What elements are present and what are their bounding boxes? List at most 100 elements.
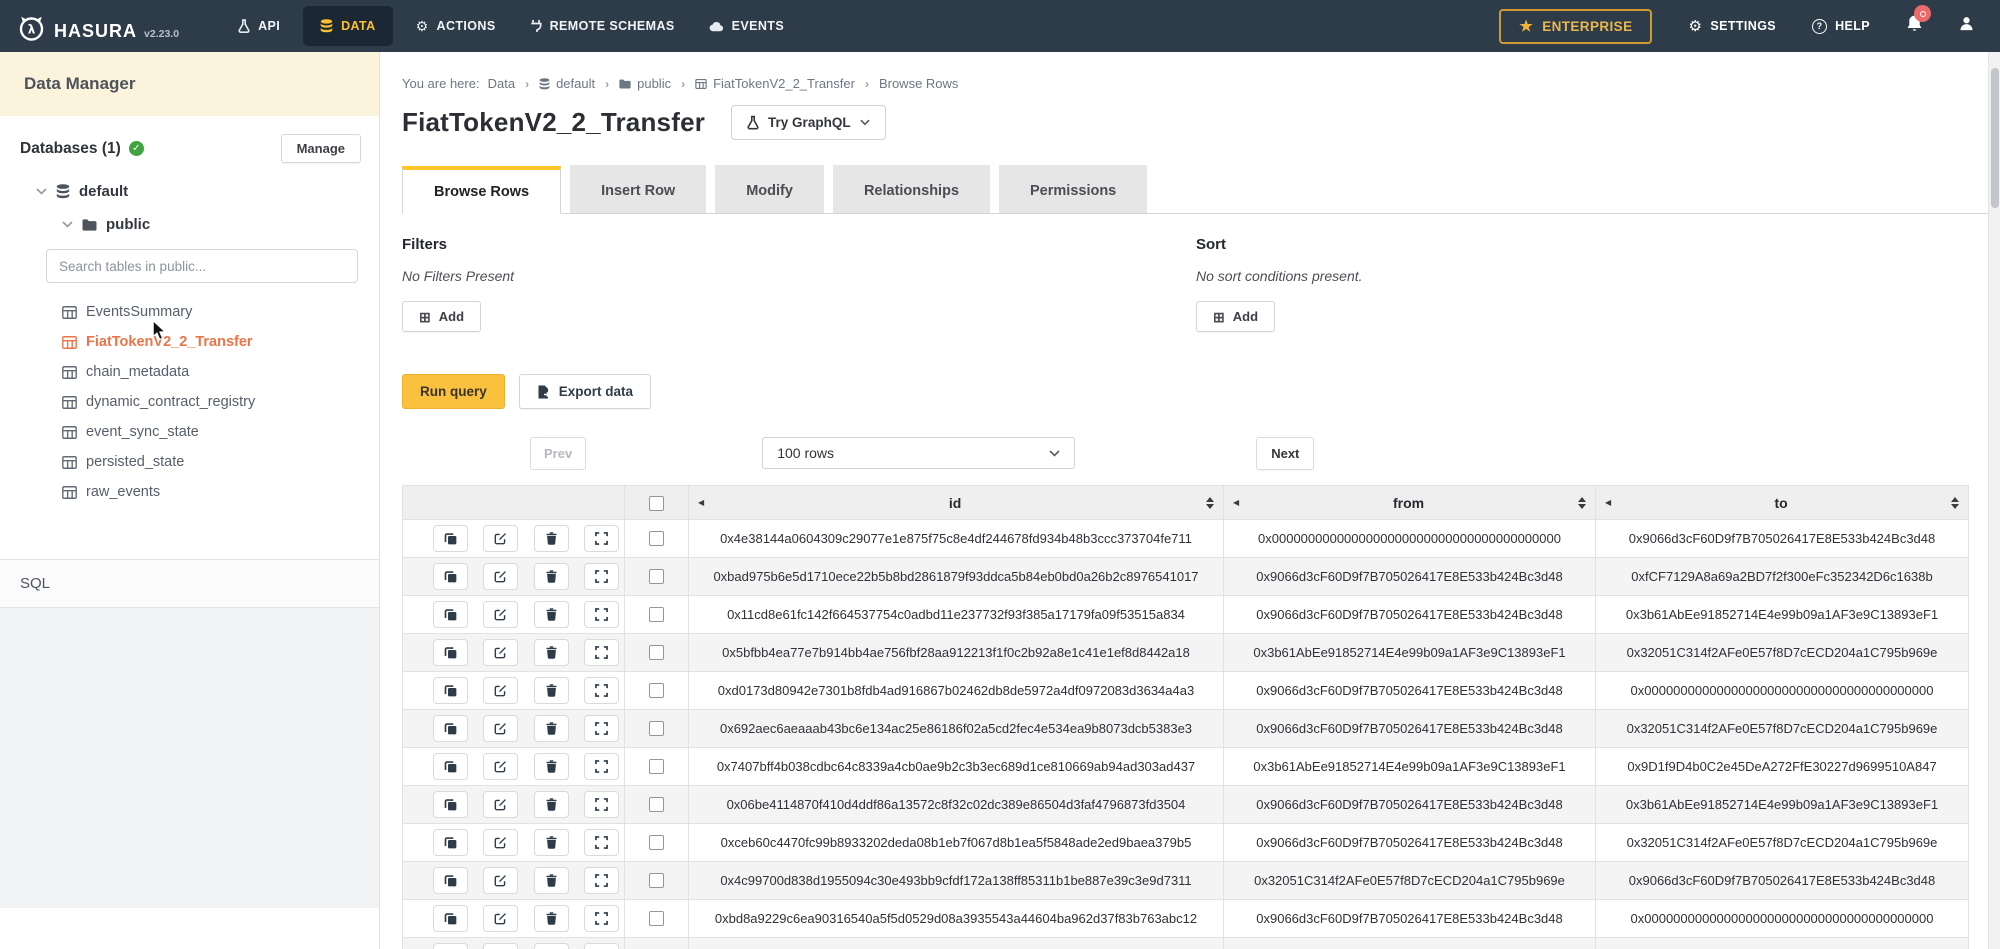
clone-row-button[interactable] — [433, 525, 468, 552]
edit-row-button[interactable] — [483, 753, 518, 780]
enterprise-button[interactable]: ★ ENTERPRISE — [1499, 9, 1652, 44]
delete-row-button[interactable] — [534, 677, 569, 704]
notifications-button[interactable] — [1906, 14, 1923, 38]
tab-relationships[interactable]: Relationships — [833, 165, 990, 213]
tab-modify[interactable]: Modify — [715, 165, 824, 213]
expand-row-button[interactable] — [584, 677, 619, 704]
clone-row-button[interactable] — [433, 867, 468, 894]
clone-row-button[interactable] — [433, 715, 468, 742]
expand-row-button[interactable] — [584, 715, 619, 742]
settings-button[interactable]: ⚙ SETTINGS — [1688, 19, 1776, 34]
edit-row-button[interactable] — [483, 563, 518, 590]
nav-item-events[interactable]: EVENTS — [692, 0, 801, 52]
clone-row-button[interactable] — [433, 829, 468, 856]
delete-row-button[interactable] — [534, 639, 569, 666]
row-checkbox[interactable] — [649, 797, 664, 812]
sidebar-table-item[interactable]: EventsSummary — [0, 297, 379, 327]
delete-row-button[interactable] — [534, 525, 569, 552]
tree-node-database[interactable]: default — [0, 171, 379, 206]
page-size-select[interactable]: 100 rows — [762, 437, 1075, 469]
chevron-down-icon[interactable] — [36, 188, 47, 195]
expand-row-button[interactable] — [584, 639, 619, 666]
clone-row-button[interactable] — [433, 753, 468, 780]
edit-row-button[interactable] — [483, 525, 518, 552]
edit-row-button[interactable] — [483, 639, 518, 666]
expand-row-button[interactable] — [584, 563, 619, 590]
nav-item-actions[interactable]: ⚙ ACTIONS — [399, 0, 513, 52]
expand-row-button[interactable] — [584, 943, 619, 949]
nav-item-data[interactable]: DATA — [303, 6, 392, 46]
edit-row-button[interactable] — [483, 715, 518, 742]
expand-row-button[interactable] — [584, 601, 619, 628]
tab-insert-row[interactable]: Insert Row — [570, 165, 706, 213]
clone-row-button[interactable] — [433, 677, 468, 704]
breadcrumb-default[interactable]: default — [539, 76, 595, 91]
breadcrumb-browse-rows[interactable]: Browse Rows — [879, 76, 958, 91]
sidebar-table-item[interactable]: event_sync_state — [0, 417, 379, 447]
tab-permissions[interactable]: Permissions — [999, 165, 1147, 213]
hasura-brand[interactable]: λ HASURA v2.23.0 — [18, 10, 179, 42]
delete-row-button[interactable] — [534, 753, 569, 780]
row-checkbox[interactable] — [649, 759, 664, 774]
try-graphql-button[interactable]: Try GraphQL — [731, 105, 886, 140]
row-checkbox[interactable] — [649, 607, 664, 622]
sort-column-icon[interactable] — [1206, 497, 1214, 509]
breadcrumb-public[interactable]: public — [619, 76, 671, 91]
export-data-button[interactable]: Export data — [519, 374, 651, 409]
edit-row-button[interactable] — [483, 943, 518, 949]
nav-item-api[interactable]: API — [221, 0, 297, 52]
expand-row-button[interactable] — [584, 525, 619, 552]
row-checkbox[interactable] — [649, 873, 664, 888]
breadcrumb-table[interactable]: FiatTokenV2_2_Transfer — [695, 76, 855, 91]
prev-page-button[interactable]: Prev — [530, 437, 586, 470]
clone-row-button[interactable] — [433, 943, 468, 949]
expand-row-button[interactable] — [584, 905, 619, 932]
next-page-button[interactable]: Next — [1256, 437, 1314, 470]
delete-row-button[interactable] — [534, 791, 569, 818]
sidebar-table-item[interactable]: dynamic_contract_registry — [0, 387, 379, 417]
edit-row-button[interactable] — [483, 829, 518, 856]
delete-row-button[interactable] — [534, 829, 569, 856]
select-all-checkbox[interactable] — [649, 496, 664, 511]
expand-row-button[interactable] — [584, 753, 619, 780]
expand-row-button[interactable] — [584, 791, 619, 818]
row-checkbox[interactable] — [649, 645, 664, 660]
sidebar-table-item[interactable]: persisted_state — [0, 447, 379, 477]
delete-row-button[interactable] — [534, 905, 569, 932]
row-checkbox[interactable] — [649, 569, 664, 584]
chevron-down-icon[interactable] — [62, 221, 73, 228]
sidebar-table-item[interactable]: raw_events — [0, 477, 379, 507]
row-checkbox[interactable] — [649, 835, 664, 850]
clone-row-button[interactable] — [433, 905, 468, 932]
delete-row-button[interactable] — [534, 867, 569, 894]
edit-row-button[interactable] — [483, 791, 518, 818]
edit-row-button[interactable] — [483, 601, 518, 628]
clone-row-button[interactable] — [433, 601, 468, 628]
delete-row-button[interactable] — [534, 715, 569, 742]
edit-row-button[interactable] — [483, 867, 518, 894]
clone-row-button[interactable] — [433, 791, 468, 818]
sort-column-icon[interactable] — [1951, 497, 1959, 509]
row-checkbox[interactable] — [649, 531, 664, 546]
run-query-button[interactable]: Run query — [402, 374, 505, 409]
nav-item-remote-schemas[interactable]: REMOTE SCHEMAS — [513, 0, 692, 52]
clone-row-button[interactable] — [433, 639, 468, 666]
row-checkbox[interactable] — [649, 721, 664, 736]
help-button[interactable]: ? HELP — [1812, 19, 1870, 34]
breadcrumb-data[interactable]: Data — [488, 76, 515, 91]
row-checkbox[interactable] — [649, 683, 664, 698]
sidebar-sql-section[interactable]: SQL — [0, 559, 379, 608]
manage-button[interactable]: Manage — [281, 134, 361, 163]
delete-row-button[interactable] — [534, 943, 569, 949]
table-search-input[interactable] — [46, 249, 358, 283]
add-sort-button[interactable]: ⊞ Add — [1196, 301, 1275, 332]
edit-row-button[interactable] — [483, 677, 518, 704]
sort-column-icon[interactable] — [1578, 497, 1586, 509]
delete-row-button[interactable] — [534, 601, 569, 628]
row-checkbox[interactable] — [649, 911, 664, 926]
tree-node-schema[interactable]: public — [0, 206, 379, 241]
tab-browse-rows[interactable]: Browse Rows — [402, 166, 561, 214]
scrollbar-thumb[interactable] — [1991, 68, 1999, 208]
delete-row-button[interactable] — [534, 563, 569, 590]
expand-row-button[interactable] — [584, 867, 619, 894]
